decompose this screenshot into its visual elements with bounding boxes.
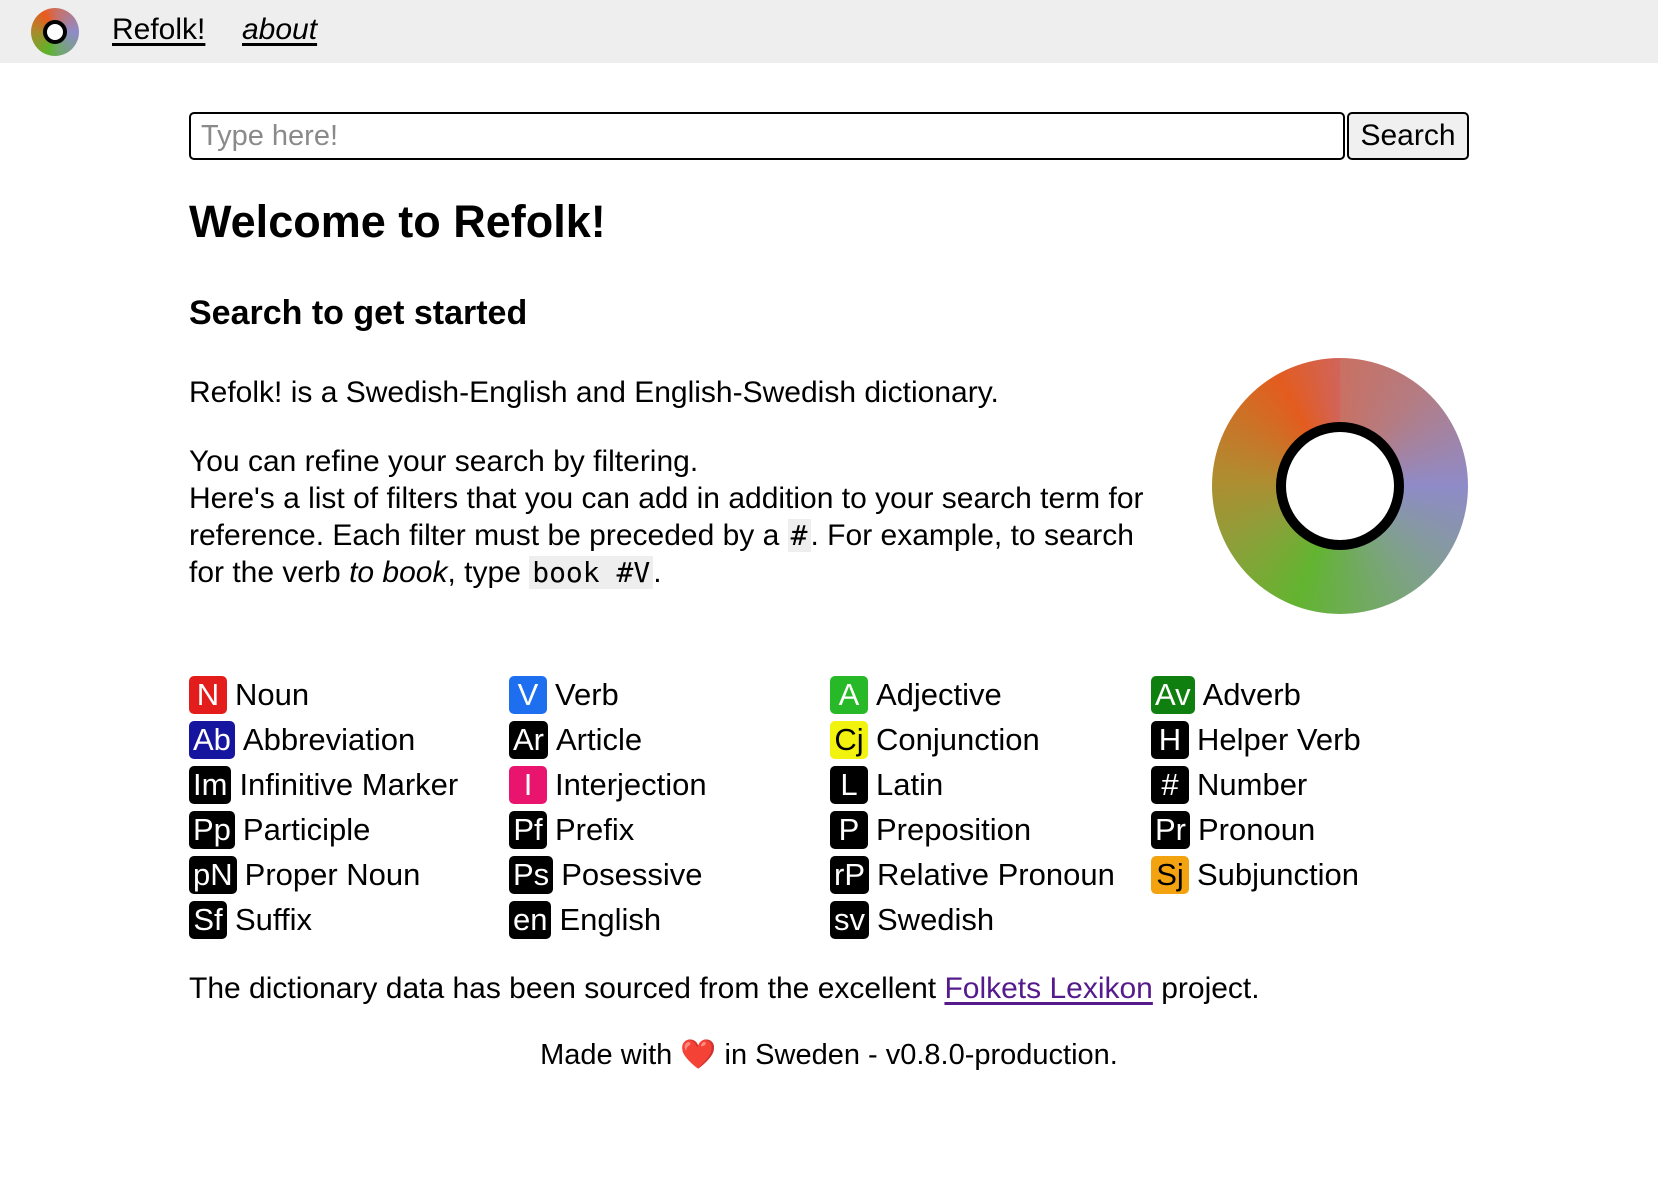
filter-item-subjunction: Sj Subjunction [1151,855,1359,895]
page-title: Welcome to Refolk! [189,196,606,247]
filter-item-preposition: P Preposition [830,810,1031,850]
intro-text: Refolk! is a Swedish-English and English… [189,376,999,409]
filter-item-helper-verb: H Helper Verb [1151,720,1361,760]
filter-label: Adverb [1202,677,1301,712]
filter-label: Noun [235,677,310,712]
filter-tag-badge: Av [1151,676,1195,714]
folkets-lexikon-link[interactable]: Folkets Lexikon [944,972,1152,1005]
filter-item-conjunction: Cj Conjunction [830,720,1040,760]
page-subtitle: Search to get started [189,294,528,332]
filter-item-participle: Pp Participle [189,810,370,850]
filter-tag-badge: Ps [509,856,554,894]
filter-label: Verb [555,677,619,712]
filter-label: Participle [242,812,371,847]
source-text-before: The dictionary data has been sourced fro… [189,972,945,1005]
filter-tag-badge: Ar [509,721,548,759]
filter-label: Helper Verb [1197,722,1361,757]
filter-label: Prefix [555,812,635,847]
filter-item-swedish: sv Swedish [830,900,994,940]
filter-item-latin: L Latin [830,765,943,805]
source-credit: The dictionary data has been sourced fro… [189,972,1260,1006]
filter-item-adjective: A Adjective [830,675,1002,715]
top-nav-bar: Refolk! about [0,0,1658,63]
filter-item-verb: V Verb [509,675,619,715]
filter-label: Number [1197,767,1308,802]
filter-tag-badge: Pp [189,811,235,849]
filter-label: Infinitive Marker [239,767,459,802]
filter-item-noun: N Noun [189,675,309,715]
filter-tag-badge: en [509,901,552,939]
filter-tag-badge: N [189,676,227,714]
filter-item-adverb: Av Adverb [1151,675,1301,715]
filter-tag-badge: V [509,676,547,714]
filter-tag-badge: Pf [509,811,547,849]
filter-label: Latin [876,767,944,802]
filter-label: Article [556,722,643,757]
filter-item-proper-noun: pN Proper Noun [189,855,420,895]
filter-tag-badge: Sf [189,901,227,939]
filter-tag-badge: rP [830,856,869,894]
filter-item-pronoun: Pr Pronoun [1151,810,1315,850]
filter-label: English [559,902,662,937]
made-with-footer: Made with ❤️ in Sweden - v0.8.0-producti… [0,1038,1658,1072]
filter-tag-badge: I [509,766,547,804]
filter-tag-badge: pN [189,856,237,894]
filter-tag-badge: # [1151,766,1189,804]
refine-line-1: You can refine your search by filtering. [189,445,699,478]
filter-item-suffix: Sf Suffix [189,900,312,940]
filter-item-interjection: I Interjection [509,765,707,805]
filter-tag-badge: Sj [1151,856,1189,894]
search-input[interactable] [189,112,1345,160]
filter-label: Interjection [555,767,707,802]
hash-code: # [787,519,811,552]
filter-tag-badge: Ab [189,721,235,759]
filter-tag-badge: H [1151,721,1189,759]
filter-label: Suffix [235,902,312,937]
refine-text-end: . [653,556,662,589]
filter-label: Swedish [877,902,995,937]
made-text-after: in Sweden - v0.8.0-production. [716,1039,1118,1071]
filter-label: Posessive [561,857,703,892]
filter-tag-badge: L [830,766,868,804]
filter-item-english: en English [509,900,661,940]
refolk-large-logo-icon [1212,358,1468,614]
filter-item-posessive: Ps Posessive [509,855,702,895]
filter-item-prefix: Pf Prefix [509,810,634,850]
filter-tag-badge: P [830,811,868,849]
source-text-after: project. [1152,972,1260,1005]
heart-icon: ❤️ [680,1039,717,1071]
filter-item-abbreviation: Ab Abbreviation [189,720,415,760]
filter-label: Abbreviation [242,722,416,757]
filter-tag-badge: A [830,676,868,714]
filter-label: Subjunction [1197,857,1360,892]
filter-label: Relative Pronoun [877,857,1115,892]
filter-tag-badge: Pr [1151,811,1190,849]
nav-home-link[interactable]: Refolk! [112,13,205,47]
filter-tag-badge: Cj [830,721,868,759]
nav-about-link[interactable]: about [242,13,317,47]
refine-verb: to book [349,556,448,589]
filter-label: Proper Noun [244,857,421,892]
search-button[interactable]: Search [1347,112,1469,160]
filter-instructions: You can refine your search by filtering.… [189,443,1149,591]
filter-item-infinitive-marker: Im Infinitive Marker [189,765,458,805]
filter-label: Preposition [876,812,1032,847]
filter-tag-badge: sv [830,901,869,939]
filter-label: Conjunction [876,722,1040,757]
filter-label: Adjective [876,677,1002,712]
filter-item-relative-pronoun: rP Relative Pronoun [830,855,1115,895]
example-code: book #V [529,556,654,589]
refine-text-c: , type [447,556,530,589]
filter-label: Pronoun [1198,812,1316,847]
made-text-before: Made with [540,1039,681,1071]
refolk-logo-icon[interactable] [31,8,79,56]
filter-tag-badge: Im [189,766,232,804]
filter-item-article: Ar Article [509,720,642,760]
filter-item-number: # Number [1151,765,1307,805]
